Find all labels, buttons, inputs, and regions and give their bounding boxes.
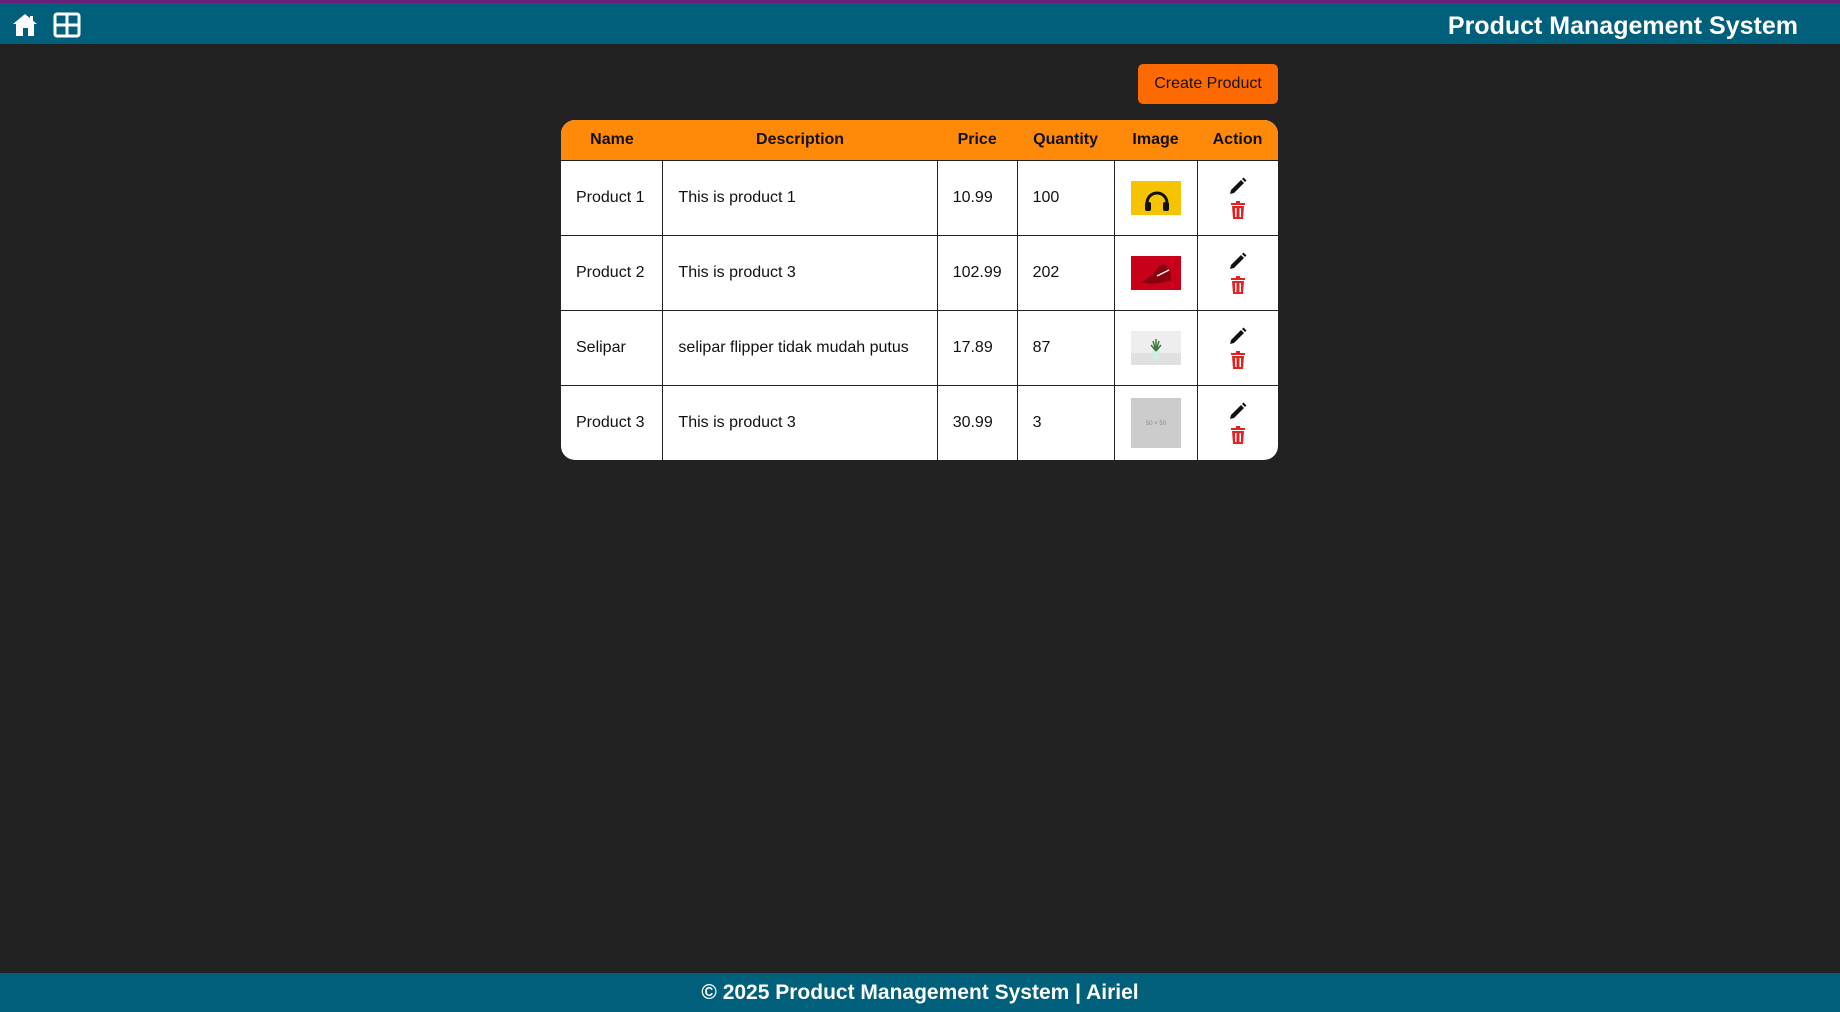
placeholder-thumbnail: 50 × 50 bbox=[1130, 397, 1181, 448]
cell-price: 102.99 bbox=[936, 234, 1018, 311]
cell-actions bbox=[1196, 309, 1278, 386]
top-navbar: Product Management System bbox=[0, 0, 1840, 44]
cell-image: 50 × 50 bbox=[1113, 384, 1198, 460]
cell-actions bbox=[1196, 384, 1278, 460]
cell-actions bbox=[1196, 234, 1278, 311]
pencil-icon[interactable] bbox=[1228, 326, 1248, 346]
table-row: Selipar selipar flipper tidak mudah putu… bbox=[561, 309, 1278, 386]
cell-quantity: 3 bbox=[1016, 384, 1115, 460]
cell-image bbox=[1113, 234, 1198, 311]
cell-description: This is product 3 bbox=[662, 234, 938, 311]
products-table: Name Description Price Quantity Image Ac… bbox=[561, 120, 1278, 460]
table-row: Product 2 This is product 3 102.99 202 bbox=[561, 234, 1278, 311]
cell-image bbox=[1113, 309, 1198, 386]
home-icon[interactable] bbox=[10, 12, 40, 38]
cell-actions bbox=[1196, 159, 1278, 236]
column-header-action: Action bbox=[1212, 130, 1263, 148]
cell-image bbox=[1113, 159, 1198, 236]
cell-description: This is product 3 bbox=[662, 384, 938, 460]
column-header-price: Price bbox=[957, 130, 997, 148]
cell-price: 30.99 bbox=[936, 384, 1018, 460]
table-row: Product 3 This is product 3 30.99 3 50 ×… bbox=[561, 384, 1278, 460]
cell-name: Product 1 bbox=[561, 159, 664, 236]
trash-icon[interactable] bbox=[1228, 200, 1248, 220]
cell-name: Selipar bbox=[561, 309, 664, 386]
cell-name: Product 3 bbox=[561, 384, 664, 460]
red-shoe-thumbnail bbox=[1130, 255, 1181, 290]
app-title: Product Management System bbox=[1447, 12, 1798, 40]
cell-name: Product 2 bbox=[561, 234, 664, 311]
pencil-icon[interactable] bbox=[1228, 176, 1248, 196]
pencil-icon[interactable] bbox=[1228, 251, 1248, 271]
grid-icon[interactable] bbox=[52, 12, 82, 38]
placeholder-label: 50 × 50 bbox=[1145, 421, 1166, 427]
cell-description: This is product 1 bbox=[662, 159, 938, 236]
column-header-description: Description bbox=[756, 130, 845, 148]
cell-quantity: 100 bbox=[1016, 159, 1115, 236]
trash-icon[interactable] bbox=[1228, 425, 1248, 445]
column-header-name: Name bbox=[590, 130, 634, 148]
trash-icon[interactable] bbox=[1228, 275, 1248, 295]
cell-quantity: 202 bbox=[1016, 234, 1115, 311]
cell-description: selipar flipper tidak mudah putus bbox=[662, 309, 938, 386]
page-footer: © 2025 Product Management System | Airie… bbox=[0, 973, 1840, 1012]
create-product-button[interactable]: Create Product bbox=[1138, 64, 1278, 104]
cell-price: 10.99 bbox=[936, 159, 1018, 236]
table-header-row: Name Description Price Quantity Image Ac… bbox=[561, 120, 1278, 160]
pencil-icon[interactable] bbox=[1228, 401, 1248, 421]
table-row: Product 1 This is product 1 10.99 100 bbox=[561, 159, 1278, 236]
column-header-image: Image bbox=[1132, 130, 1179, 148]
trash-icon[interactable] bbox=[1228, 350, 1248, 370]
headphones-thumbnail bbox=[1130, 180, 1181, 215]
cell-price: 17.89 bbox=[936, 309, 1018, 386]
cell-quantity: 87 bbox=[1016, 309, 1115, 386]
plant-thumbnail bbox=[1130, 330, 1181, 365]
column-header-quantity: Quantity bbox=[1033, 130, 1099, 148]
